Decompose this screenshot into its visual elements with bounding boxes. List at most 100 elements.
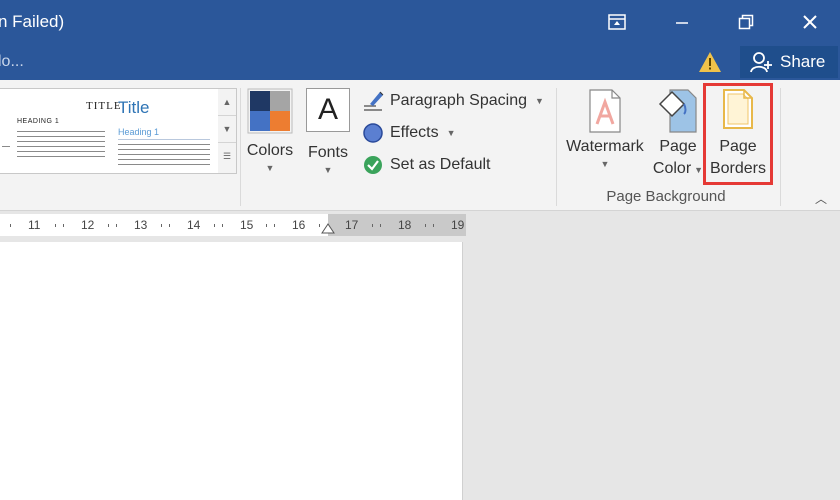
person-add-icon xyxy=(750,52,772,73)
ruler-tick xyxy=(266,224,267,227)
fonts-button[interactable]: A Fonts ▼ xyxy=(303,88,353,176)
tell-me-box[interactable]: lo... xyxy=(0,53,24,71)
set-as-default-label: Set as Default xyxy=(390,156,491,173)
share-label: Share xyxy=(780,52,826,71)
gallery-title-small: TITLE xyxy=(86,100,122,112)
ruler-number: 14 xyxy=(187,218,201,232)
text-line xyxy=(17,156,105,157)
restore-icon xyxy=(738,14,754,30)
ruler-tick xyxy=(380,224,381,227)
close-icon xyxy=(803,15,817,29)
watermark-icon xyxy=(589,89,621,133)
text-line xyxy=(17,151,105,152)
ruler-tick xyxy=(222,224,223,227)
dropdown-arrow-icon: ▼ xyxy=(323,165,333,175)
ruler-number: 17 xyxy=(345,218,359,232)
ruler-tick xyxy=(433,224,434,227)
gallery-heading-blue: Heading 1 xyxy=(118,127,160,137)
gallery-scroll: ▲ ▼ ☰ xyxy=(218,88,237,174)
ruler-tick xyxy=(161,224,162,227)
text-line xyxy=(118,149,210,150)
effects-button[interactable]: Effects ▼ xyxy=(362,120,456,146)
ruler-tick xyxy=(63,224,64,227)
ruler-tick xyxy=(169,224,170,227)
ruler-tick xyxy=(55,224,56,227)
dropdown-arrow-icon: ▼ xyxy=(694,165,704,175)
chevron-down-icon: ▼ xyxy=(222,124,232,134)
effects-icon xyxy=(363,123,383,143)
ruler-tick xyxy=(214,224,215,227)
divider xyxy=(240,88,241,206)
ruler-tick xyxy=(319,224,320,227)
gallery-down-button[interactable]: ▼ xyxy=(218,116,236,143)
text-line xyxy=(118,159,210,160)
gallery-up-button[interactable]: ▲ xyxy=(218,89,236,116)
text-line xyxy=(118,144,210,145)
paragraph-spacing-label: Paragraph Spacing xyxy=(390,92,527,109)
page-color-button[interactable]: Page Color ▼ xyxy=(650,88,706,181)
gallery-heading-small: HEADING 1 xyxy=(17,118,60,125)
ruler-number: 12 xyxy=(81,218,95,232)
group-label-page-background: Page Background xyxy=(606,188,726,205)
indent-marker-icon[interactable] xyxy=(321,222,335,234)
ruler-number: 15 xyxy=(240,218,254,232)
page-color-icon xyxy=(658,89,697,133)
text-line xyxy=(118,164,210,165)
ruler-tick xyxy=(10,224,11,227)
text-line xyxy=(17,141,105,142)
page-color-label-line2: Color ▼ xyxy=(650,158,706,181)
dropdown-arrow-icon: ▼ xyxy=(446,128,456,138)
heading-rule xyxy=(118,139,210,140)
divider xyxy=(556,88,557,206)
colors-label: Colors xyxy=(246,142,294,159)
share-button[interactable]: Share xyxy=(740,46,838,78)
document-page[interactable] xyxy=(0,242,463,500)
ruler-number: 18 xyxy=(398,218,412,232)
divider xyxy=(780,88,781,206)
ruler-tick xyxy=(116,224,117,227)
minimize-icon xyxy=(676,22,688,24)
ruler-tick xyxy=(372,224,373,227)
dropdown-arrow-icon: ▼ xyxy=(265,163,275,173)
ruler-number: 19 xyxy=(451,218,465,232)
color-swatch-icon xyxy=(247,88,293,134)
collapse-ribbon-icon[interactable]: ︿ xyxy=(815,190,827,207)
chevron-up-icon: ▲ xyxy=(222,97,232,107)
text-line xyxy=(17,146,105,147)
paragraph-spacing-button[interactable]: Paragraph Spacing ▼ xyxy=(362,88,544,114)
gallery-title-big: Title xyxy=(118,98,150,117)
page-color-label-line1: Page xyxy=(659,138,697,155)
effects-label: Effects xyxy=(390,124,439,141)
text-line xyxy=(17,136,105,137)
ribbon-display-options-button[interactable] xyxy=(585,0,649,44)
text-line xyxy=(17,131,105,132)
paragraph-spacing-icon xyxy=(364,91,384,111)
title-bar: n Failed) xyxy=(0,0,840,44)
dropdown-arrow-icon: ▼ xyxy=(534,96,544,106)
fonts-label: Fonts xyxy=(307,144,348,161)
minimize-button[interactable] xyxy=(650,0,714,44)
warning-icon[interactable] xyxy=(698,51,722,73)
ruler-number: 11 xyxy=(28,218,41,232)
highlight-box xyxy=(703,83,773,185)
colors-button[interactable]: Colors ▼ xyxy=(244,88,296,174)
more-icon: ☰ xyxy=(222,151,232,161)
ruler-number: 13 xyxy=(134,218,148,232)
gallery-more-button[interactable]: ☰ xyxy=(218,143,236,170)
restore-button[interactable] xyxy=(714,0,778,44)
ribbon-display-icon xyxy=(608,14,626,30)
watermark-label: Watermark xyxy=(566,138,644,155)
ruler-tick xyxy=(425,224,426,227)
close-button[interactable] xyxy=(778,0,840,44)
style-set-gallery[interactable]: TITLE HEADING 1 Title Heading 1 xyxy=(0,88,219,174)
ruler-tick xyxy=(274,224,275,227)
checkmark-icon xyxy=(364,156,382,174)
dropdown-arrow-icon: ▼ xyxy=(600,159,610,169)
set-as-default-button[interactable]: Set as Default xyxy=(362,152,491,178)
page-color-label-text: Color xyxy=(652,160,692,177)
ruler-number: 16 xyxy=(292,218,306,232)
font-icon: A xyxy=(306,88,350,132)
watermark-button[interactable]: Watermark ▼ xyxy=(562,88,648,170)
text-line xyxy=(118,154,210,155)
window-title: n Failed) xyxy=(0,12,65,31)
